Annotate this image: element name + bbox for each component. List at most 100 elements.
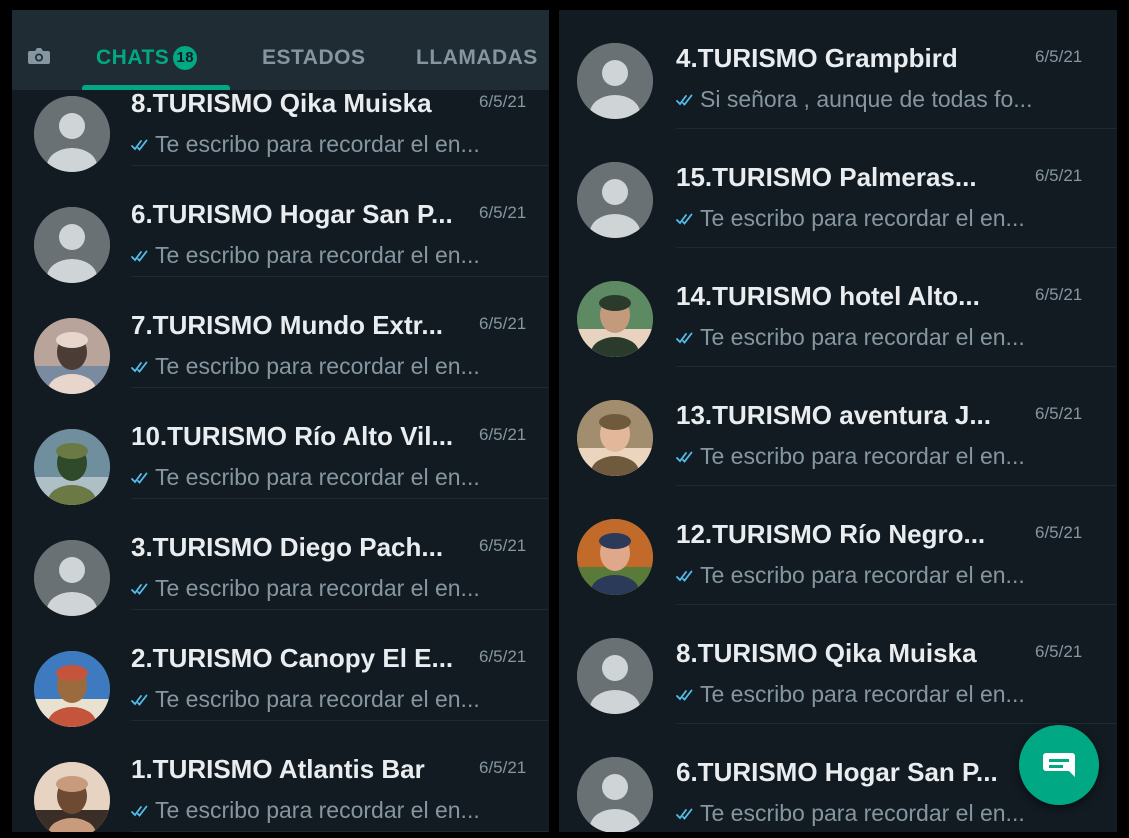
chat-last-message: Te escribo para recordar el en... [131, 464, 480, 491]
message-preview-text: Te escribo para recordar el en... [155, 353, 480, 379]
chat-row[interactable]: 8.TURISMO Qika Muiska 6/5/21 Te escribo pa… [559, 605, 1117, 724]
chat-title: 14.TURISMO hotel Alto... [676, 281, 980, 311]
chat-list-panel-right: 4.TURISMO Grampbird 6/5/21 Si señora , aun… [559, 10, 1117, 832]
chat-title: 8.TURISMO Qika Muiska [131, 88, 432, 118]
tab-chats-label: CHATS [96, 46, 170, 69]
contact-avatar[interactable] [34, 207, 110, 283]
chat-row[interactable]: 6.TURISMO Hogar San P... 6/5/21 Te escribo… [12, 166, 549, 285]
chat-last-message: Te escribo para recordar el en... [131, 575, 480, 602]
chat-title: 15.TURISMO Palmeras... [676, 162, 977, 192]
contact-avatar[interactable] [577, 400, 653, 476]
double-check-icon [676, 808, 693, 820]
message-preview-text: Si señora , aunque de todas fo... [700, 86, 1033, 112]
contact-avatar[interactable] [577, 43, 653, 119]
chat-row[interactable]: 14.TURISMO hotel Alto... 6/5/21 Te escribo… [559, 248, 1117, 367]
chat-date: 6/5/21 [479, 536, 527, 555]
chat-date: 6/5/21 [479, 425, 527, 444]
double-check-icon [676, 451, 693, 463]
chat-date: 6/5/21 [1035, 166, 1083, 185]
contact-avatar[interactable] [34, 540, 110, 616]
chat-title: 7.TURISMO Mundo Extr... [131, 310, 444, 340]
message-preview-text: Te escribo para recordar el en... [700, 562, 1025, 588]
chat-title: 2.TURISMO Canopy El E... [131, 643, 454, 673]
chat-row[interactable]: 10.TURISMO Río Alto Vil... 6/5/21 Te escri… [12, 388, 549, 507]
camera-icon[interactable] [28, 48, 50, 64]
chat-last-message: Te escribo para recordar el en... [131, 686, 480, 713]
new-chat-button[interactable] [1019, 725, 1099, 805]
chat-list-panel-left: 8.TURISMO Qika Muiska 6/5/21 Te escribo pa… [12, 10, 549, 832]
chat-date: 6/5/21 [1035, 523, 1083, 542]
contact-avatar[interactable] [577, 757, 653, 832]
chat-date: 6/5/21 [1035, 642, 1083, 661]
message-preview-text: Te escribo para recordar el en... [700, 800, 1025, 826]
chat-title: 4.TURISMO Grampbird [676, 43, 958, 73]
chat-date: 6/5/21 [1035, 285, 1083, 304]
contact-avatar[interactable] [577, 162, 653, 238]
message-preview-text: Te escribo para recordar el en... [700, 681, 1025, 707]
message-preview-text: Te escribo para recordar el en... [700, 324, 1025, 350]
double-check-icon [676, 570, 693, 582]
chat-date: 6/5/21 [479, 758, 527, 777]
chat-row[interactable]: 7.TURISMO Mundo Extr... 6/5/21 Te escribo … [12, 277, 549, 396]
double-check-icon [676, 213, 693, 225]
chat-row[interactable]: 2.TURISMO Canopy El E... 6/5/21 Te escribo… [12, 610, 549, 729]
contact-avatar[interactable] [34, 429, 110, 505]
contact-avatar[interactable] [34, 651, 110, 727]
chat-last-message: Te escribo para recordar el en... [676, 443, 1025, 470]
chat-last-message: Te escribo para recordar el en... [131, 131, 480, 158]
chat-title: 3.TURISMO Diego Pach... [131, 532, 444, 562]
message-preview-text: Te escribo para recordar el en... [700, 443, 1025, 469]
chat-row[interactable]: 1.TURISMO Atlantis Bar 6/5/21 Te escribo p… [12, 721, 549, 832]
chat-title: 12.TURISMO Río Negro... [676, 519, 986, 549]
chat-title: 8.TURISMO Qika Muiska [676, 638, 977, 668]
chat-row[interactable]: 12.TURISMO Río Negro... 6/5/21 Te escribo … [559, 486, 1117, 605]
unread-badge: 18 [173, 46, 198, 70]
chat-last-message: Te escribo para recordar el en... [676, 205, 1025, 232]
double-check-icon [131, 361, 148, 373]
tab-estados[interactable]: ESTADOS [262, 46, 365, 70]
active-tab-indicator [82, 85, 230, 90]
tab-llamadas[interactable]: LLAMADAS [416, 46, 538, 70]
chat-title: 10.TURISMO Río Alto Vil... [131, 421, 454, 451]
double-check-icon [676, 332, 693, 344]
contact-avatar[interactable] [577, 519, 653, 595]
double-check-icon [676, 94, 693, 106]
message-preview-text: Te escribo para recordar el en... [155, 686, 480, 712]
contact-avatar[interactable] [34, 762, 110, 832]
contact-avatar[interactable] [577, 638, 653, 714]
chat-last-message: Te escribo para recordar el en... [131, 242, 480, 269]
chat-row[interactable]: 15.TURISMO Palmeras... 6/5/21 Te escribo p… [559, 129, 1117, 248]
chat-last-message: Te escribo para recordar el en... [131, 353, 480, 380]
chat-row[interactable]: 13.TURISMO aventura J... 6/5/21 Te escribo… [559, 367, 1117, 486]
double-check-icon [131, 694, 148, 706]
double-check-icon [131, 250, 148, 262]
contact-avatar[interactable] [34, 318, 110, 394]
chat-last-message: Te escribo para recordar el en... [676, 681, 1025, 708]
chat-title: 6.TURISMO Hogar San P... [131, 199, 453, 229]
message-preview-text: Te escribo para recordar el en... [700, 205, 1025, 231]
chat-last-message: Te escribo para recordar el en... [676, 562, 1025, 589]
chat-row[interactable]: 4.TURISMO Grampbird 6/5/21 Si señora , aun… [559, 10, 1117, 129]
chat-title: 13.TURISMO aventura J... [676, 400, 991, 430]
double-check-icon [131, 139, 148, 151]
message-preview-text: Te escribo para recordar el en... [155, 575, 480, 601]
contact-avatar[interactable] [34, 96, 110, 172]
message-preview-text: Te escribo para recordar el en... [155, 131, 480, 157]
chat-title: 6.TURISMO Hogar San P... [676, 757, 998, 787]
chat-date: 6/5/21 [1035, 47, 1083, 66]
double-check-icon [131, 583, 148, 595]
chat-date: 6/5/21 [479, 314, 527, 333]
chat-last-message: Te escribo para recordar el en... [676, 324, 1025, 351]
chat-date: 6/5/21 [1035, 404, 1083, 423]
contact-avatar[interactable] [577, 281, 653, 357]
tab-chats[interactable]: CHATS 18 [96, 46, 198, 70]
tab-bar: CHATS 18 ESTADOS LLAMADAS [12, 10, 549, 90]
chat-title: 1.TURISMO Atlantis Bar [131, 754, 425, 784]
chat-date: 6/5/21 [479, 92, 527, 111]
chat-row[interactable]: 3.TURISMO Diego Pach... 6/5/21 Te escribo … [12, 499, 549, 618]
chat-date: 6/5/21 [479, 647, 527, 666]
chat-date: 6/5/21 [479, 203, 527, 222]
chat-last-message: Si señora , aunque de todas fo... [676, 86, 1032, 113]
message-preview-text: Te escribo para recordar el en... [155, 797, 480, 823]
double-check-icon [131, 472, 148, 484]
